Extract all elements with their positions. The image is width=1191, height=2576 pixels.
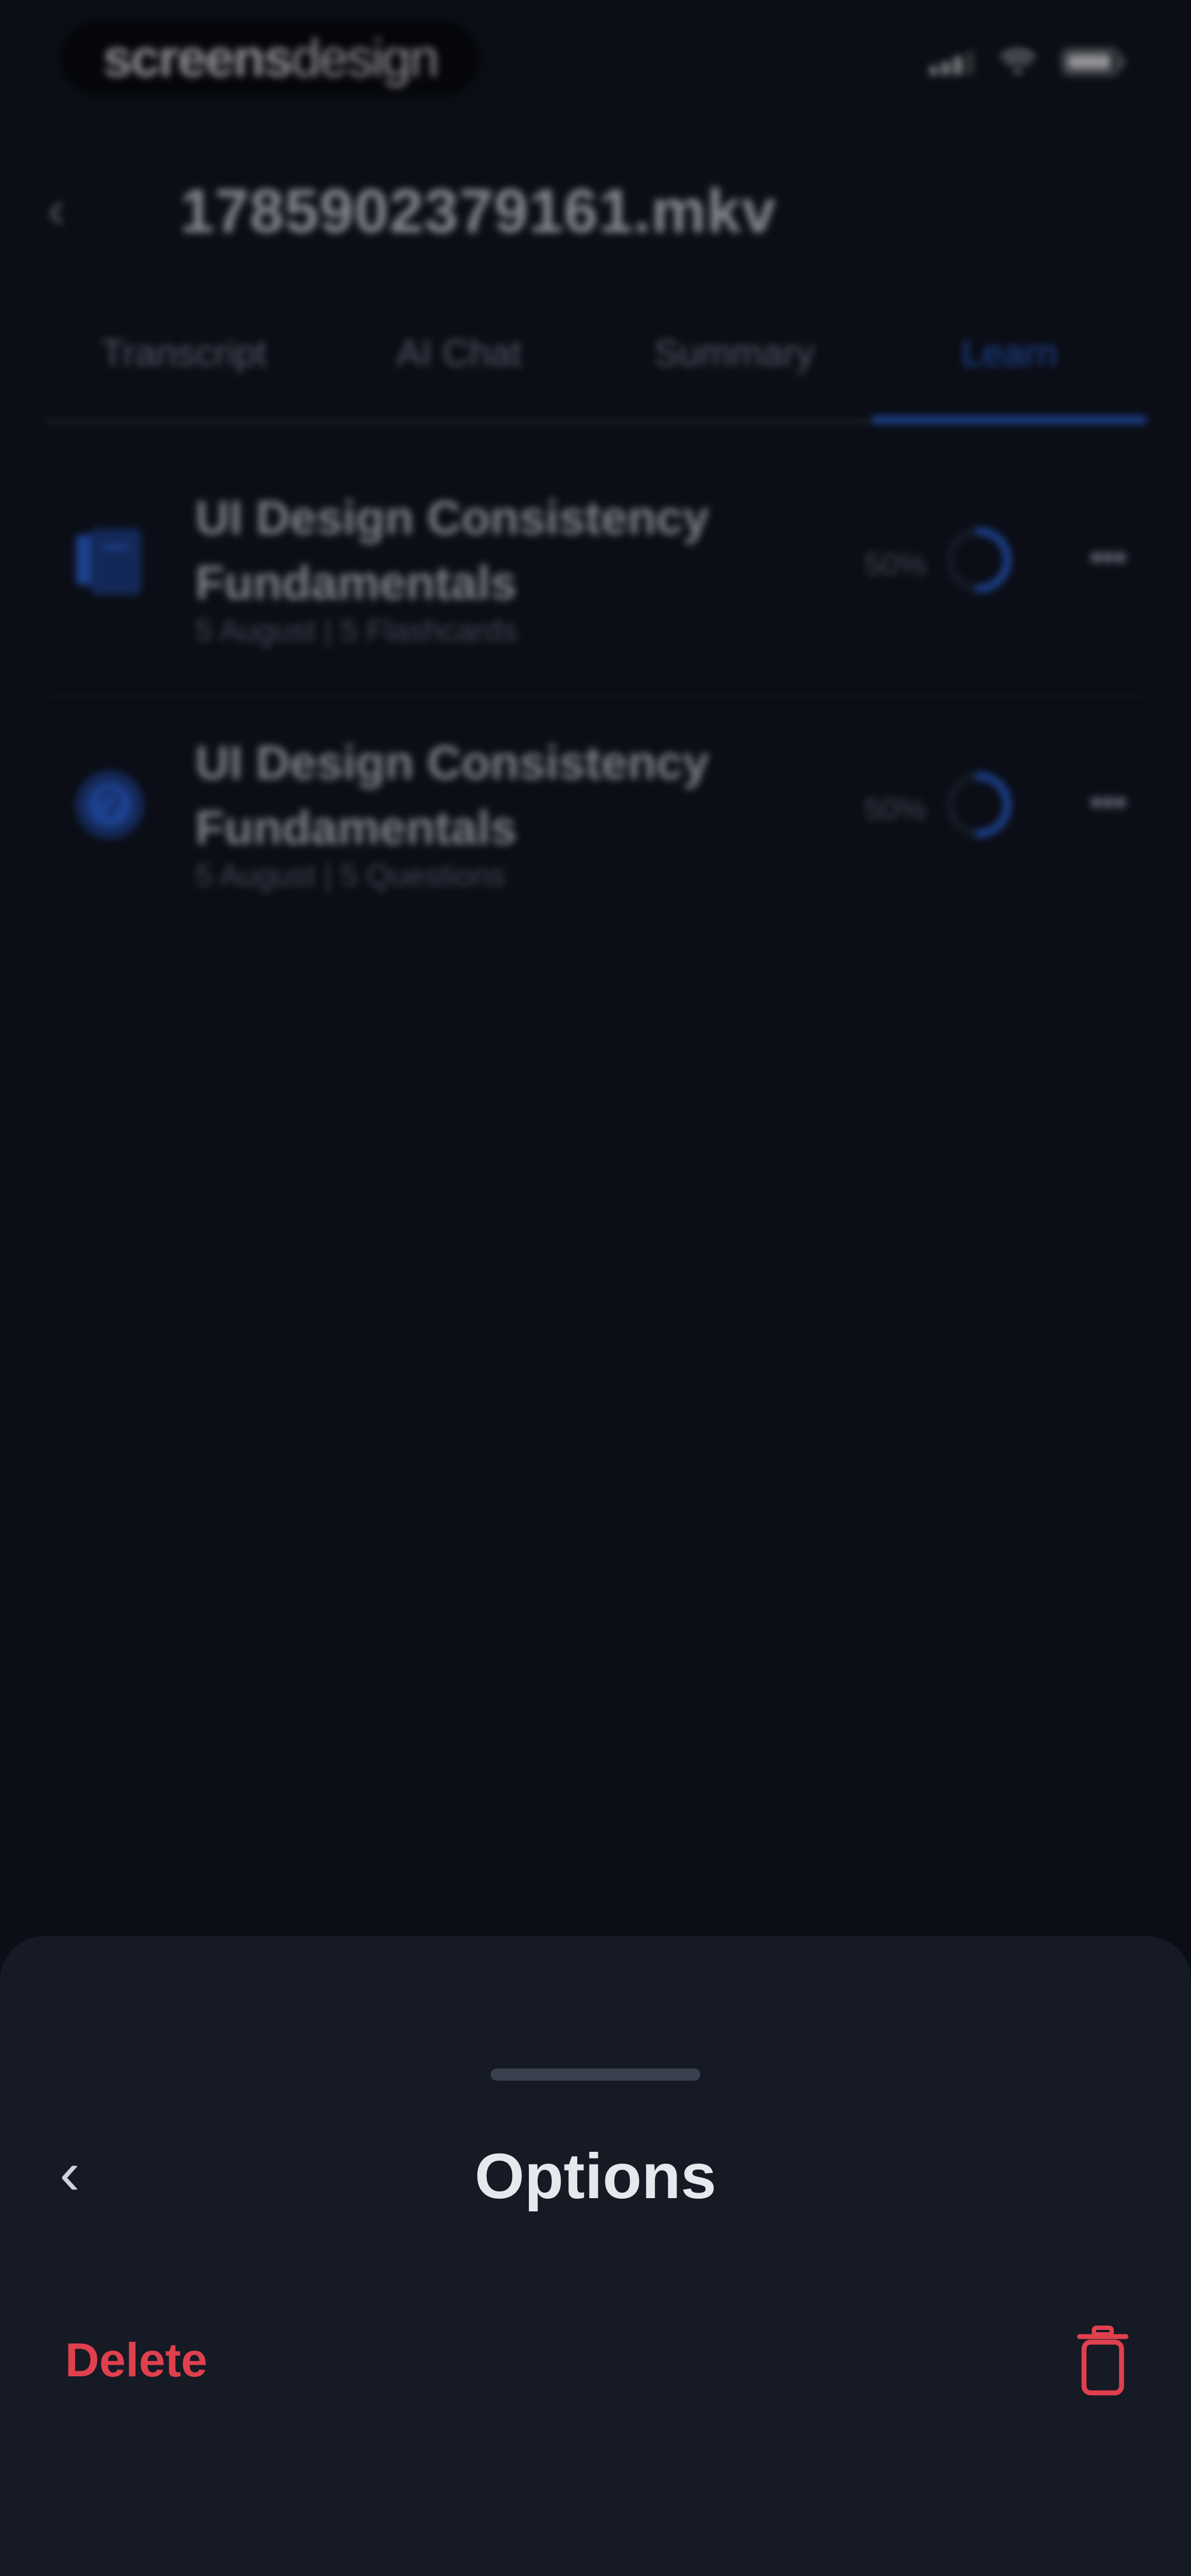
delete-option[interactable]: Delete — [0, 2289, 1191, 2433]
list-item[interactable]: UI Design Consistency Fundamentals 5 Aug… — [46, 697, 1147, 940]
quiz-icon — [76, 771, 144, 839]
back-chevron-icon[interactable]: ‹ — [47, 182, 86, 237]
learn-list: UI Design Consistency Fundamentals 5 Aug… — [46, 452, 1147, 940]
trash-icon — [1077, 2326, 1129, 2396]
progress-ring — [946, 772, 1011, 837]
wifi-icon — [1000, 49, 1036, 74]
item-percent: 50% — [864, 547, 926, 581]
item-title: UI Design Consistency Fundamentals — [195, 736, 709, 854]
progress-ring — [946, 527, 1011, 592]
brand-bold: screens — [103, 29, 293, 88]
sheet-grabber[interactable] — [491, 2069, 700, 2081]
list-item[interactable]: UI Design Consistency Fundamentals 5 Aug… — [46, 452, 1147, 697]
tab-learn[interactable]: Learn — [872, 309, 1147, 424]
delete-label: Delete — [65, 2334, 208, 2387]
status-icons — [930, 49, 1124, 75]
status-bar: screens design — [0, 0, 1191, 121]
flashcards-icon — [76, 528, 141, 595]
brand-watermark: screens design — [61, 21, 480, 96]
tab-transcript[interactable]: Transcript — [46, 309, 321, 419]
item-meta: 5 August | 5 Flashcards — [195, 613, 518, 648]
sheet-title: Options — [474, 2140, 717, 2212]
sheet-back-icon[interactable]: ‹ — [60, 2129, 104, 2217]
cellular-signal-icon — [930, 51, 974, 75]
options-sheet: Options ‹ Delete — [0, 1936, 1191, 2576]
tab-summary[interactable]: Summary — [597, 309, 872, 419]
more-options-icon[interactable]: ••• — [1088, 780, 1128, 824]
item-percent: 50% — [864, 792, 926, 826]
file-title: 1785902379161.mkv — [180, 177, 777, 245]
item-meta: 5 August | 5 Questions — [195, 858, 506, 892]
tab-bar: Transcript AI Chat Summary Learn — [46, 309, 1147, 424]
brand-light: design — [291, 29, 439, 88]
tab-ai-chat[interactable]: AI Chat — [321, 309, 597, 419]
more-options-icon[interactable]: ••• — [1088, 535, 1128, 579]
item-title: UI Design Consistency Fundamentals — [195, 491, 709, 610]
top-bar: ‹ 1785902379161.mkv — [0, 149, 1191, 270]
battery-icon — [1062, 49, 1124, 75]
screen: screens design ‹ 1785902379161.mkv Transc… — [0, 0, 1191, 2576]
